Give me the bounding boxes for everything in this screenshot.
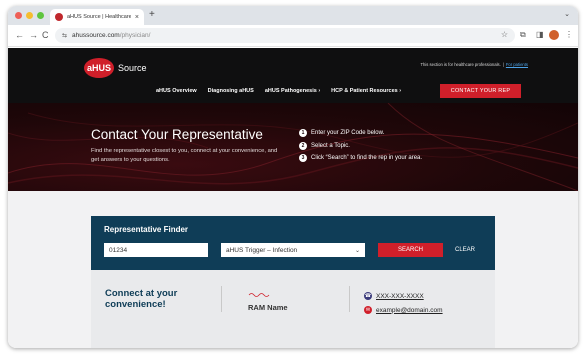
step-number-badge: 3 — [299, 154, 307, 163]
email-link[interactable]: example@domain.com — [376, 307, 443, 314]
search-button[interactable]: SEARCH — [378, 243, 443, 257]
representative-finder: Representative Finder aHUS Trigger – Inf… — [91, 216, 495, 270]
browser-toolbar: ← → C ⇆ ahussource.com/physician/ ☆ ⧉ ◨ … — [8, 25, 578, 47]
decorative-squiggle-icon — [248, 293, 270, 297]
side-panel-icon[interactable]: ◨ — [536, 30, 544, 40]
tab-title: aHUS Source | Healthcare Pr — [67, 14, 131, 20]
zip-code-input[interactable] — [104, 243, 208, 257]
logo-text: Source — [118, 63, 147, 73]
step-number-badge: 1 — [299, 129, 307, 138]
hero-banner: Contact Your Representative Find the rep… — [8, 103, 578, 191]
tab-bar: aHUS Source | Healthcare Pr × + ⌄ — [8, 6, 578, 25]
nav-ahus-overview[interactable]: aHUS Overview — [156, 88, 197, 94]
topic-select[interactable]: aHUS Trigger – Infection ⌄ — [221, 243, 365, 257]
tab-search-icon[interactable]: ⌄ — [564, 10, 570, 18]
step-item: 2 Select a Topic. — [299, 140, 422, 153]
url-path: /physician/ — [119, 32, 151, 39]
site-header: aHUS Source This section is for healthca… — [8, 48, 578, 103]
clear-button[interactable]: CLEAR — [455, 243, 475, 257]
patients-link[interactable]: For patients — [506, 62, 528, 67]
rep-result-card: Connect at your convenience! RAM Name ☎ … — [91, 270, 495, 348]
topic-selected-value: aHUS Trigger – Infection — [226, 246, 298, 254]
url-text: ahussource.com/physician/ — [72, 32, 150, 39]
email-contact[interactable]: ✉ example@domain.com — [364, 306, 443, 314]
back-arrow-icon[interactable]: ← — [15, 29, 24, 41]
new-tab-button[interactable]: + — [149, 10, 155, 20]
close-window-button[interactable] — [15, 12, 22, 19]
hero-subtitle: Find the representative closest to you, … — [91, 148, 278, 163]
hcp-notice: This section is for healthcare professio… — [420, 62, 528, 67]
steps-list: 1 Enter your ZIP Code below. 2 Select a … — [299, 127, 422, 165]
profile-avatar[interactable] — [549, 30, 559, 40]
divider — [349, 286, 350, 312]
phone-icon: ☎ — [364, 292, 372, 300]
hero-title: Contact Your Representative — [91, 127, 263, 142]
step-item: 1 Enter your ZIP Code below. — [299, 127, 422, 140]
finder-title: Representative Finder — [104, 225, 189, 234]
step-text: Select a Topic. — [311, 142, 350, 149]
phone-contact[interactable]: ☎ XXX-XXX-XXXX — [364, 292, 424, 300]
step-number-badge: 2 — [299, 141, 307, 150]
nav-ahus-pathogenesis[interactable]: aHUS Pathogenesis › — [265, 88, 320, 94]
contact-rep-button[interactable]: CONTACT YOUR REP — [440, 84, 521, 98]
phone-link[interactable]: XXX-XXX-XXXX — [376, 293, 424, 300]
notice-separator: | — [502, 62, 504, 67]
site-info-icon[interactable]: ⇆ — [62, 32, 67, 39]
hcp-notice-text: This section is for healthcare professio… — [420, 62, 501, 67]
minimize-window-button[interactable] — [26, 12, 33, 19]
divider — [221, 286, 222, 312]
chevron-down-icon: ⌄ — [354, 247, 360, 254]
url-host: ahussource.com — [72, 32, 120, 39]
site-favicon-icon — [55, 13, 63, 21]
tab-close-icon[interactable]: × — [135, 14, 139, 21]
reload-icon[interactable]: C — [42, 29, 49, 41]
active-tab[interactable]: aHUS Source | Healthcare Pr × — [50, 9, 144, 25]
main-nav: aHUS Overview Diagnosing aHUS aHUS Patho… — [156, 88, 401, 94]
result-heading: Connect at your convenience! — [105, 288, 178, 310]
logo-mark: aHUS — [84, 58, 114, 78]
address-bar[interactable]: ⇆ ahussource.com/physician/ ☆ — [55, 28, 515, 43]
step-text: Click “Search” to find the rep in your a… — [311, 155, 423, 162]
nav-diagnosing-ahus[interactable]: Diagnosing aHUS — [208, 88, 254, 94]
browser-menu-icon[interactable]: ⋮ — [565, 30, 573, 40]
zoom-window-button[interactable] — [37, 12, 44, 19]
nav-hcp-patient-resources[interactable]: HCP & Patient Resources › — [331, 88, 401, 94]
forward-arrow-icon[interactable]: → — [29, 29, 38, 41]
site-logo[interactable]: aHUS Source — [84, 58, 147, 78]
browser-window: aHUS Source | Healthcare Pr × + ⌄ ← → C … — [8, 6, 578, 348]
web-page: aHUS Source This section is for healthca… — [8, 48, 578, 348]
email-icon: ✉ — [364, 306, 372, 314]
step-text: Enter your ZIP Code below. — [311, 130, 385, 137]
step-item: 3 Click “Search” to find the rep in your… — [299, 152, 422, 165]
ram-name: RAM Name — [248, 303, 288, 312]
bookmark-star-icon[interactable]: ☆ — [501, 30, 508, 39]
extensions-icon[interactable]: ⧉ — [520, 30, 526, 40]
